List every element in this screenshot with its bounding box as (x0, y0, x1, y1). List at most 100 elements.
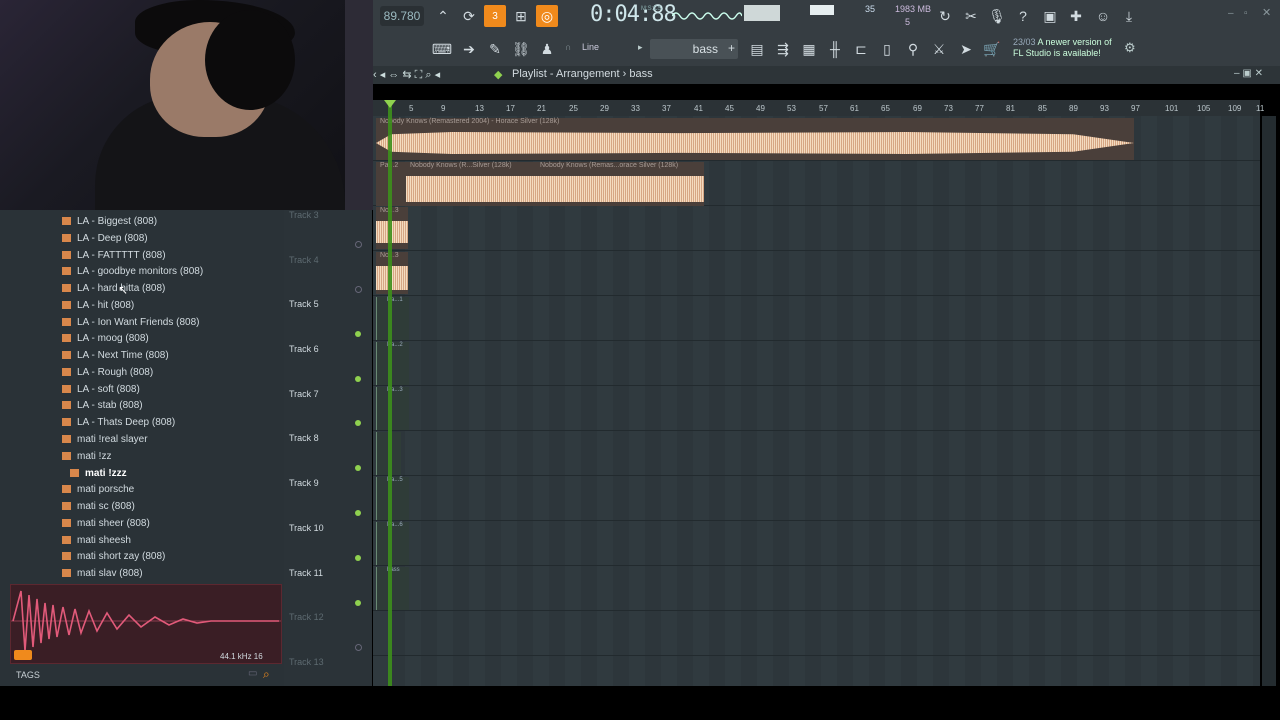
stamp-icon[interactable]: ♟ (536, 38, 558, 60)
audio-clip[interactable]: No...3 (376, 207, 408, 249)
browser-item[interactable]: LA - hard hitta (808) (62, 283, 165, 294)
browser-item[interactable]: mati sheer (808) (62, 518, 150, 529)
pattern-clip[interactable]: bass (376, 567, 409, 610)
playlist-play-icon[interactable]: ◆ (494, 68, 502, 81)
browser-item[interactable]: mati slav (808) (62, 568, 143, 579)
help-icon[interactable]: ? (1012, 5, 1034, 27)
track-label[interactable]: Track 11 (289, 568, 323, 578)
browser-item[interactable]: LA - hit (808) (62, 300, 134, 311)
browser-item[interactable]: LA - Rough (808) (62, 367, 153, 378)
plugin-icon[interactable]: ✚ (1065, 5, 1087, 27)
browser-item[interactable]: mati !real slayer (62, 434, 148, 445)
pattern-clip[interactable]: Pa...3 (376, 387, 409, 430)
piano-roll-view-icon[interactable]: ▦ (798, 38, 820, 60)
track-label[interactable]: Track 12 (289, 612, 324, 622)
settings-gear-icon[interactable]: ⚙ (1124, 40, 1136, 56)
browser-icon[interactable]: ⊏ (850, 38, 872, 60)
cut-tool-icon[interactable]: ✂ (960, 5, 982, 27)
track-label[interactable]: Track 9 (289, 478, 319, 488)
browser-item[interactable]: LA - Biggest (808) (62, 216, 157, 227)
vertical-scrollbar[interactable] (1262, 116, 1276, 686)
pattern-clip[interactable]: Pa...6 (376, 522, 409, 565)
browser-item[interactable]: LA - Thats Deep (808) (62, 417, 175, 428)
track-mute-toggle[interactable] (355, 241, 362, 248)
close-icon[interactable]: ✕ (1262, 6, 1271, 19)
plug-icon[interactable]: ⚲ (902, 38, 924, 60)
playhead-marker-icon[interactable] (384, 100, 396, 108)
news-panel[interactable]: 23/03 A newer version of FL Studio is av… (1013, 37, 1123, 59)
track-label[interactable]: Track 8 (289, 433, 319, 443)
pattern-clip[interactable]: Pa...2 (376, 342, 409, 385)
track-label[interactable]: Track 3 (289, 210, 319, 220)
pencil-icon[interactable]: ✎ (484, 38, 506, 60)
browser-item[interactable]: LA - Ion Want Friends (808) (62, 317, 199, 328)
metronome-icon[interactable]: ⌃ (432, 5, 454, 27)
browser-item[interactable]: LA - Next Time (808) (62, 350, 169, 361)
step-edit-icon[interactable]: ⊞ (510, 5, 532, 27)
browser-item[interactable]: LA - moog (808) (62, 333, 149, 344)
browser-item[interactable]: mati sheesh (62, 535, 131, 546)
playlist-icon[interactable]: ▤ (746, 38, 768, 60)
track-mute-toggle[interactable] (355, 286, 362, 293)
piano-roll-icon[interactable]: ⌨ (431, 38, 453, 60)
track-label[interactable]: Track 13 (289, 657, 324, 667)
track-label[interactable]: Track 4 (289, 255, 319, 265)
browser-item[interactable]: LA - goodbye monitors (808) (62, 266, 203, 277)
snap-mode[interactable]: Line (582, 42, 599, 52)
mixer-icon[interactable]: ╫ (824, 38, 846, 60)
browser-item[interactable]: LA - FATTTTT (808) (62, 250, 166, 261)
master-pitch[interactable] (744, 5, 780, 21)
audio-clip[interactable]: Nobody Knows (R...Silver (128k) (406, 162, 536, 206)
browser-item[interactable]: mati !zzz (70, 468, 127, 479)
download-icon[interactable]: ⤓ (1118, 5, 1140, 27)
preview-play-button[interactable] (14, 650, 32, 660)
microphone-icon[interactable]: 🎙 (986, 5, 1008, 27)
browser-item[interactable]: LA - soft (808) (62, 384, 140, 395)
track-mute-toggle[interactable] (355, 600, 361, 606)
track-label[interactable]: Track 5 (289, 299, 319, 309)
track-mute-toggle[interactable] (355, 331, 361, 337)
track-mute-toggle[interactable] (355, 420, 361, 426)
playhead[interactable] (388, 100, 392, 686)
playlist-tools[interactable]: ‹ ◂ ⇔ ⇆ ⛶ ⌕ ◂ (373, 68, 440, 82)
pattern-prev-icon[interactable]: ▸ (638, 42, 643, 53)
audio-clip[interactable]: Nobody Knows (Remastered 2004) - Horace … (376, 118, 1134, 160)
channel-rack-icon[interactable]: ⇶ (772, 38, 794, 60)
pattern-clip[interactable]: Pa...1 (376, 297, 409, 340)
save-icon[interactable]: ▣ (1039, 5, 1061, 27)
browser-item[interactable]: mati sc (808) (62, 501, 135, 512)
browser-item[interactable]: mati !zz (62, 451, 111, 462)
countdown-button[interactable]: 3 (484, 5, 506, 27)
loop-record-icon[interactable]: ⟳ (458, 5, 480, 27)
browser-item[interactable]: LA - Deep (808) (62, 233, 148, 244)
play-arrow-icon[interactable]: ➔ (458, 38, 480, 60)
pattern-selector[interactable]: bass (650, 39, 738, 59)
undo-icon[interactable]: ↻ (934, 5, 956, 27)
wait-for-input-button[interactable]: ◎ (536, 5, 558, 27)
pattern-clip[interactable]: Pa...5 (376, 477, 409, 520)
track-label[interactable]: Track 7 (289, 389, 319, 399)
tags-label[interactable]: TAGS (16, 670, 40, 680)
minimize-icon[interactable]: – (1228, 8, 1234, 19)
track-mute-toggle[interactable] (355, 644, 362, 651)
search-icon[interactable]: ⌕ (263, 667, 270, 682)
tempo-display[interactable]: 89.780 (380, 6, 424, 26)
tutorials-icon[interactable]: ➤ (955, 38, 977, 60)
track-label[interactable]: Track 6 (289, 344, 319, 354)
audio-clip[interactable]: Nobody Knows (Remas...orace Silver (128k… (536, 162, 704, 206)
browser-item[interactable]: mati short zay (808) (62, 551, 165, 562)
track-mute-toggle[interactable] (355, 510, 361, 516)
maximize-icon[interactable]: ▫ (1244, 8, 1248, 19)
browser-item[interactable]: LA - stab (808) (62, 400, 143, 411)
chat-icon[interactable]: ☺ (1092, 5, 1114, 27)
audio-clip[interactable]: No...3 (376, 252, 408, 294)
project-icon[interactable]: ▯ (876, 38, 898, 60)
touch-keyboard-icon[interactable]: ⚔ (928, 38, 950, 60)
track-mute-toggle[interactable] (355, 465, 361, 471)
track-label[interactable]: Track 10 (289, 523, 324, 533)
folder-icon[interactable]: ▭ (248, 668, 257, 679)
track-mute-toggle[interactable] (355, 376, 361, 382)
browser-item[interactable]: mati porsche (62, 484, 134, 495)
shop-icon[interactable]: 🛒 (981, 38, 1003, 60)
magnet-icon[interactable]: ∩ (565, 42, 571, 52)
